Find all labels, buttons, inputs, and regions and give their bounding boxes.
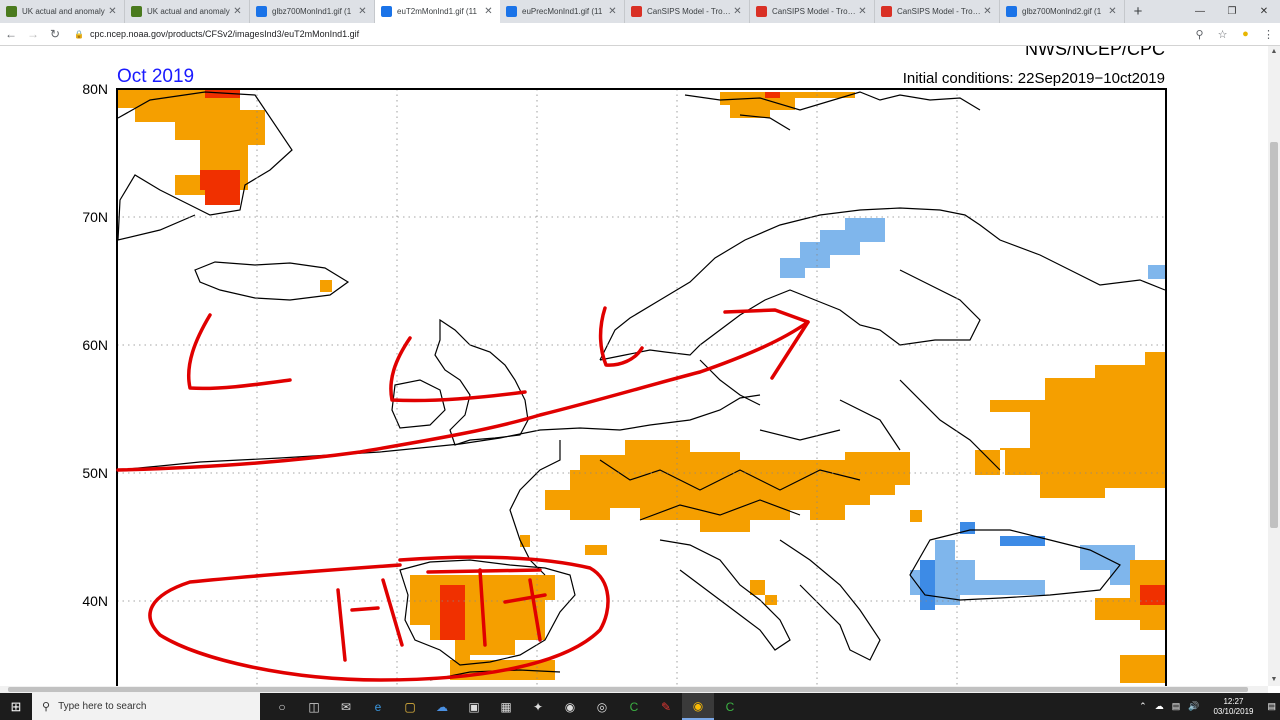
latitude-label: 50N (82, 465, 108, 481)
zoom-icon[interactable]: ⚲ (1188, 28, 1211, 41)
tab-close-icon[interactable]: ✕ (107, 6, 118, 17)
browser-toolbar: ← → ↻ 🔒 cpc.ncep.noaa.gov/products/CFSv2… (0, 23, 1280, 46)
browser-tab[interactable]: glbz700MonInd1.gif (1 ✕ (250, 0, 375, 23)
menu-icon[interactable]: ⋮ (1257, 28, 1280, 41)
tab-favicon-icon (1006, 6, 1017, 17)
tab-close-icon[interactable]: ✕ (607, 6, 618, 17)
tab-favicon-icon (381, 6, 392, 17)
map-header-right: NWS/NCEP/CPC (1025, 46, 1165, 59)
clock-date: 03/10/2019 (1213, 706, 1254, 716)
close-window-button[interactable]: ✕ (1248, 0, 1280, 23)
chrome-icon[interactable]: ◉ (682, 693, 714, 720)
tab-favicon-icon (256, 6, 267, 17)
windows-taskbar: ⊞ ⚲ Type here to search ○ ◫ ✉ e ▢ ☁ ▣ ▦ … (0, 693, 1280, 720)
scroll-down-icon[interactable]: ▼ (1268, 674, 1280, 686)
hscroll-thumb[interactable] (8, 687, 1248, 692)
search-placeholder: Type here to search (58, 701, 147, 712)
tab-favicon-icon (6, 6, 17, 17)
vertical-scrollbar[interactable]: ▲ ▼ (1268, 46, 1280, 686)
app-icon-1[interactable]: ◉ (554, 693, 586, 720)
window-controls: — ❐ ✕ (1184, 0, 1280, 23)
browser-tab[interactable]: UK actual and anomaly ✕ (0, 0, 125, 23)
scroll-thumb[interactable] (1270, 142, 1278, 528)
latitude-label: 40N (82, 593, 108, 609)
network-icon[interactable]: ▤ (1172, 701, 1181, 712)
recorder-icon[interactable]: C (714, 693, 746, 720)
onedrive-icon[interactable]: ☁ (426, 693, 458, 720)
volume-icon[interactable]: 🔊 (1188, 701, 1199, 712)
forward-icon[interactable]: → (22, 27, 44, 41)
tab-title: CanSIPS Model - Tropic (647, 7, 732, 16)
edge-icon[interactable]: e (362, 693, 394, 720)
system-tray: ⌃ ☁ ▤ 🔊 12:27 03/10/2019 ▤ (1135, 697, 1280, 717)
restore-button[interactable]: ❐ (1216, 0, 1248, 23)
tab-strip: UK actual and anomaly ✕ UK actual and anom… (0, 0, 1280, 23)
lock-icon: 🔒 (74, 29, 84, 39)
tab-title: UK actual and anomaly (22, 7, 105, 16)
extension-icon[interactable]: ● (1234, 28, 1257, 41)
url-text: cpc.ncep.noaa.gov/products/CFSv2/imagesI… (89, 29, 360, 39)
latitude-label: 60N (82, 337, 108, 353)
tab-favicon-icon (506, 6, 517, 17)
cortana-icon[interactable]: ○ (266, 693, 298, 720)
tab-title: glbz700MonInd2.gif (1 (1022, 7, 1102, 16)
address-bar[interactable]: 🔒 cpc.ncep.noaa.gov/products/CFSv2/image… (74, 29, 1188, 39)
bookmark-star-icon[interactable]: ☆ (1211, 28, 1234, 41)
tab-title: euPrecMonInd1.gif (11 (522, 7, 603, 16)
tab-title: UK actual and anomaly (147, 7, 230, 16)
tab-close-icon[interactable]: ✕ (1107, 6, 1118, 17)
taskbar-search-box[interactable]: ⚲ Type here to search (32, 693, 260, 720)
tab-title: CanSIPS Model - Tropic (772, 7, 857, 16)
tab-close-icon[interactable]: ✕ (483, 6, 494, 17)
temperature-anomaly-map: Oct 2019 NWS/NCEP/CPC Initial conditions… (82, 46, 1167, 686)
camtasia-icon[interactable]: C (618, 693, 650, 720)
cloud-icon[interactable]: ☁ (1155, 701, 1164, 712)
clock[interactable]: 12:27 03/10/2019 (1213, 697, 1253, 717)
browser-tab[interactable]: euPrecMonInd1.gif (11 ✕ (500, 0, 625, 23)
image-viewport: Oct 2019 NWS/NCEP/CPC Initial conditions… (0, 46, 1268, 686)
tab-title: CanSIPS Model - Tropic (897, 7, 982, 16)
new-tab-button[interactable]: + (1125, 0, 1151, 23)
store-icon[interactable]: ▣ (458, 693, 490, 720)
browser-tab[interactable]: glbz700MonInd2.gif (1 ✕ (1000, 0, 1125, 23)
file-explorer-icon[interactable]: ▢ (394, 693, 426, 720)
browser-tab[interactable]: UK actual and anomaly ✕ (125, 0, 250, 23)
network-app-icon[interactable]: ✦ (522, 693, 554, 720)
minimize-button[interactable]: — (1184, 0, 1216, 23)
horizontal-scrollbar[interactable] (0, 686, 1268, 693)
browser-tab[interactable]: euT2mMonInd1.gif (11 ✕ (375, 0, 500, 23)
browser-tab[interactable]: CanSIPS Model - Tropic ✕ (875, 0, 1000, 23)
tab-close-icon[interactable]: ✕ (357, 6, 368, 17)
back-icon[interactable]: ← (0, 27, 22, 41)
tab-close-icon[interactable]: ✕ (732, 6, 743, 17)
latitude-label: 80N (82, 81, 108, 97)
notifications-icon[interactable]: ▤ (1267, 701, 1276, 712)
tab-close-icon[interactable]: ✕ (857, 6, 868, 17)
initial-conditions-label: Initial conditions: 22Sep2019−10ct2019 (903, 70, 1165, 87)
reload-icon[interactable]: ↻ (44, 27, 66, 41)
tab-title: euT2mMonInd1.gif (11 (397, 7, 477, 16)
tab-close-icon[interactable]: ✕ (982, 6, 993, 17)
tab-favicon-icon (631, 6, 642, 17)
windows-start-icon[interactable]: ⊞ (0, 693, 32, 720)
scroll-up-icon[interactable]: ▲ (1268, 46, 1280, 58)
browser-tab[interactable]: CanSIPS Model - Tropic ✕ (750, 0, 875, 23)
search-icon: ⚲ (42, 701, 51, 713)
latitude-label: 70N (82, 209, 108, 225)
tab-favicon-icon (131, 6, 142, 17)
app-icon-2[interactable]: ◎ (586, 693, 618, 720)
paint-icon[interactable]: ✎ (650, 693, 682, 720)
mail-icon[interactable]: ✉ (330, 693, 362, 720)
map-month-label: Oct 2019 (117, 66, 194, 87)
tab-favicon-icon (881, 6, 892, 17)
tab-close-icon[interactable]: ✕ (232, 6, 243, 17)
clock-time: 12:27 (1223, 696, 1244, 706)
task-view-icon[interactable]: ◫ (298, 693, 330, 720)
tray-chevron-icon[interactable]: ⌃ (1139, 701, 1147, 712)
tab-title: glbz700MonInd1.gif (1 (272, 7, 352, 16)
browser-tab[interactable]: CanSIPS Model - Tropic ✕ (625, 0, 750, 23)
tab-favicon-icon (756, 6, 767, 17)
calendar-icon[interactable]: ▦ (490, 693, 522, 720)
